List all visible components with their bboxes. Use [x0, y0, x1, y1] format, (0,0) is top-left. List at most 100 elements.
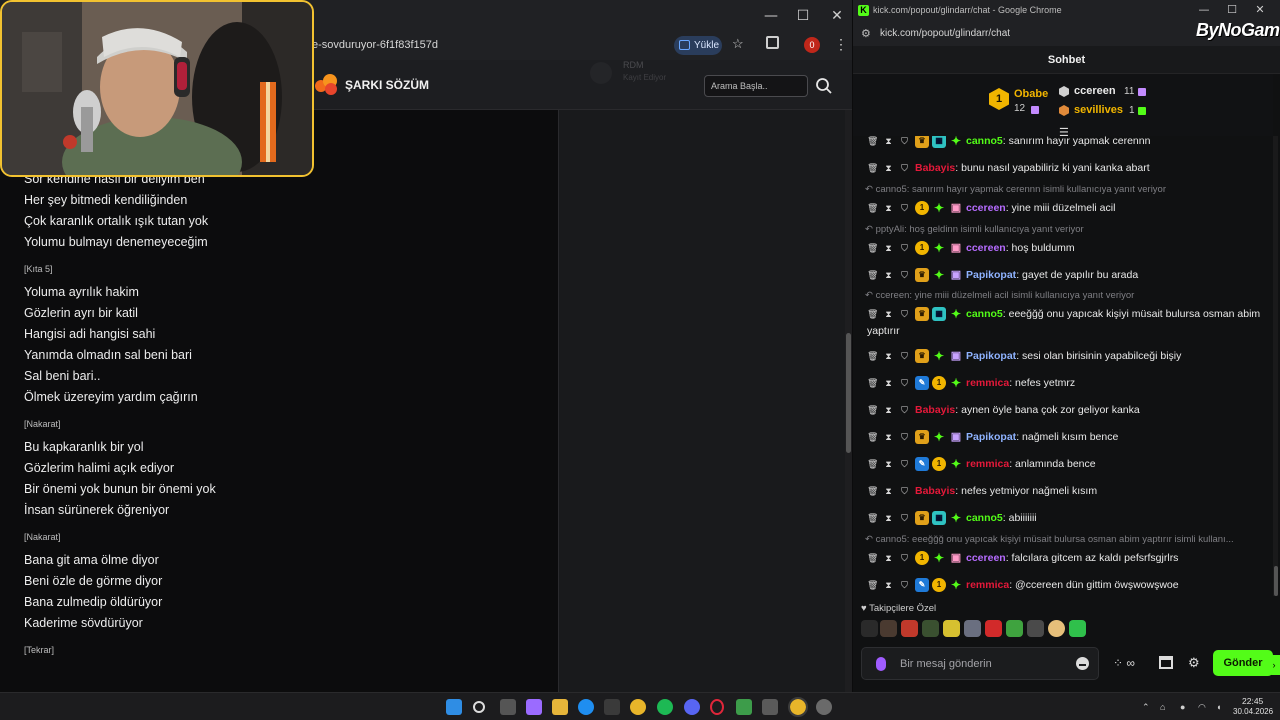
mic-tray-icon[interactable]: ●: [1180, 702, 1185, 712]
clock-time[interactable]: 22:45: [1242, 696, 1263, 706]
chat-message-list[interactable]: 🗑 ⧗ ⛉ ♛ ▦ ✦ canno5: sanırım hayır yapmak ceren…: [853, 136, 1273, 598]
emote-icon[interactable]: [922, 620, 939, 637]
timeout-icon[interactable]: ⧗: [883, 553, 894, 564]
chat-message[interactable]: 🗑 ⧗ ⛉ ♛ ▦ ✦ canno5: abiiiiiii: [867, 510, 1267, 527]
timeout-icon[interactable]: ⧗: [883, 513, 894, 524]
reply-context[interactable]: ↶ pptyAli: hoş geldinn isimli kullanıcıy…: [865, 224, 1265, 235]
emote-icon[interactable]: [985, 620, 1002, 637]
copilot-icon[interactable]: [526, 699, 542, 715]
maximize-icon[interactable]: ☐: [1221, 0, 1243, 20]
ban-icon[interactable]: ⛉: [899, 553, 910, 564]
chrome-icon[interactable]: [630, 699, 646, 715]
delete-icon[interactable]: 🗑: [867, 405, 878, 416]
ban-icon[interactable]: ⛉: [899, 459, 910, 470]
delete-icon[interactable]: 🗑: [867, 459, 878, 470]
delete-icon[interactable]: 🗑: [867, 243, 878, 254]
chat-username[interactable]: remmica: [966, 458, 1009, 470]
delete-icon[interactable]: 🗑: [867, 203, 878, 214]
task-view-icon[interactable]: [500, 699, 516, 715]
timeout-icon[interactable]: ⧗: [883, 580, 894, 591]
chat-message[interactable]: 🗑 ⧗ ⛉ ✎ 1 ✦ remmica: @ccereen dün gittim öwşwo…: [867, 577, 1267, 594]
volume-icon[interactable]: ◖: [1216, 702, 1221, 712]
network-icon[interactable]: ⌂: [1160, 702, 1165, 712]
upload-button[interactable]: Yükle: [674, 36, 722, 55]
second-gifter-name[interactable]: ccereen: [1074, 85, 1116, 97]
site-logo-text[interactable]: ŞARKI SÖZÜM: [345, 78, 429, 92]
ban-icon[interactable]: ⛉: [899, 270, 910, 281]
ban-icon[interactable]: ⛉: [899, 203, 910, 214]
store-icon[interactable]: [1159, 656, 1173, 669]
timeout-icon[interactable]: ⧗: [883, 243, 894, 254]
chat-username[interactable]: Babayis: [915, 485, 955, 497]
delete-icon[interactable]: 🗑: [867, 378, 878, 389]
app-icon[interactable]: [816, 699, 832, 715]
chat-url[interactable]: kick.com/popout/glindarr/chat: [880, 28, 1010, 39]
delete-icon[interactable]: 🗑: [867, 351, 878, 362]
delete-icon[interactable]: 🗑: [867, 553, 878, 564]
opera-icon[interactable]: [710, 699, 724, 715]
ban-icon[interactable]: ⛉: [899, 378, 910, 389]
top-gifter-name[interactable]: Obabe: [1014, 88, 1048, 100]
timeout-icon[interactable]: ⧗: [883, 163, 894, 174]
ban-icon[interactable]: ⛉: [899, 136, 910, 147]
emote-icon[interactable]: [1048, 620, 1065, 637]
extensions-icon[interactable]: [766, 36, 779, 49]
chat-scrollbar-thumb[interactable]: [1274, 566, 1278, 596]
ban-icon[interactable]: ⛉: [899, 309, 910, 320]
chat-message[interactable]: 🗑 ⧗ ⛉ Babayis: nefes yetmiyor nağmeli kısım: [867, 483, 1267, 500]
emote-icon[interactable]: [861, 620, 878, 637]
chat-message[interactable]: 🗑 ⧗ ⛉ Babayis: aynen öyle bana çok zor geli…: [867, 402, 1267, 419]
chat-message[interactable]: 🗑 ⧗ ⛉ Babayis: bunu nasıl yapabiliriz ki ya…: [867, 160, 1267, 177]
ban-icon[interactable]: ⛉: [899, 163, 910, 174]
emote-icon[interactable]: [880, 620, 897, 637]
emoji-picker-icon[interactable]: [1076, 657, 1089, 670]
chat-username[interactable]: Papikopat: [966, 431, 1016, 443]
wifi-icon[interactable]: ◠: [1198, 702, 1206, 713]
side-panel-toggle[interactable]: ›: [1268, 655, 1280, 675]
app-icon[interactable]: [736, 699, 752, 715]
emote-icon[interactable]: [964, 620, 981, 637]
emote-icon[interactable]: [943, 620, 960, 637]
chat-message[interactable]: 🗑 ⧗ ⛉ 1 ✦ ▣ ccereen: yine miii düzelmeli acil: [867, 200, 1267, 217]
reply-context[interactable]: ↶ canno5: eeeğğğ onu yapıcak kişiyi müsa…: [865, 534, 1265, 545]
chat-username[interactable]: canno5: [966, 512, 1003, 524]
emote-icon[interactable]: [1069, 620, 1086, 637]
chat-message[interactable]: 🗑 ⧗ ⛉ ♛ ✦ ▣ Papikopat: gayet de yapılır bu ara…: [867, 267, 1267, 284]
profile-badge[interactable]: 0: [804, 37, 820, 53]
emote-icon[interactable]: [901, 620, 918, 637]
search-input[interactable]: Arama Başla..: [704, 75, 808, 97]
close-icon[interactable]: ✕: [826, 6, 848, 26]
bookmark-star-icon[interactable]: ☆: [732, 36, 744, 52]
timeout-icon[interactable]: ⧗: [883, 203, 894, 214]
chat-username[interactable]: Babayis: [915, 162, 955, 174]
ban-icon[interactable]: ⛉: [899, 513, 910, 524]
timeout-icon[interactable]: ⧗: [883, 351, 894, 362]
chat-username[interactable]: canno5: [966, 308, 1003, 320]
reply-context[interactable]: ↶ ccereen: yine miii düzelmeli acil isim…: [865, 290, 1265, 301]
chat-username[interactable]: remmica: [966, 377, 1009, 389]
timeout-icon[interactable]: ⧗: [883, 486, 894, 497]
chat-input[interactable]: Bir mesaj gönderin: [861, 647, 1099, 680]
ban-icon[interactable]: ⛉: [899, 432, 910, 443]
chat-username[interactable]: canno5: [966, 136, 1003, 147]
ban-icon[interactable]: ⛉: [899, 405, 910, 416]
chat-username[interactable]: ccereen: [966, 202, 1006, 214]
timeout-icon[interactable]: ⧗: [883, 270, 894, 281]
discord-icon[interactable]: [684, 699, 700, 715]
channel-points-button[interactable]: ⁘ ∞: [1113, 656, 1135, 670]
delete-icon[interactable]: 🗑: [867, 580, 878, 591]
chat-username[interactable]: ccereen: [966, 552, 1006, 564]
delete-icon[interactable]: 🗑: [867, 136, 878, 147]
timeout-icon[interactable]: ⧗: [883, 136, 894, 147]
scrollbar-thumb[interactable]: [846, 333, 851, 453]
file-explorer-icon[interactable]: [552, 699, 568, 715]
chat-message[interactable]: 🗑 ⧗ ⛉ 1 ✦ ▣ ccereen: falcılara gitcem az kaldı…: [867, 550, 1267, 567]
chat-username[interactable]: remmica: [966, 579, 1009, 591]
maximize-icon[interactable]: ☐: [792, 6, 814, 26]
ban-icon[interactable]: ⛉: [899, 351, 910, 362]
timeout-icon[interactable]: ⧗: [883, 432, 894, 443]
ban-icon[interactable]: ⛉: [899, 243, 910, 254]
chat-username[interactable]: Papikopat: [966, 350, 1016, 362]
store-app-icon[interactable]: [604, 699, 620, 715]
chat-message[interactable]: 🗑 ⧗ ⛉ ✎ 1 ✦ remmica: anlamında bence: [867, 456, 1267, 473]
